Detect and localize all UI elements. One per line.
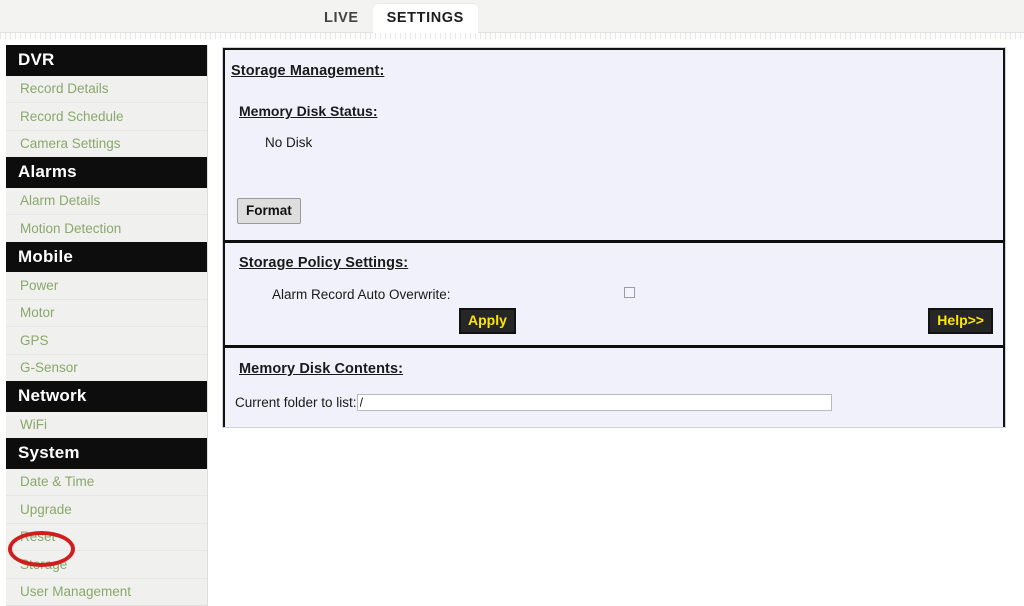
alarm-record-auto-overwrite-label: Alarm Record Auto Overwrite:	[272, 286, 451, 302]
sidebar-item-motor[interactable]: Motor	[6, 299, 207, 328]
sidebar-item-date-time[interactable]: Date & Time	[6, 468, 207, 497]
nav-group-title-mobile: Mobile	[6, 241, 207, 273]
sidebar-item-wifi[interactable]: WiFi	[6, 411, 207, 439]
sidebar-item-reset[interactable]: Reset	[6, 523, 207, 552]
memory-disk-status-value: No Disk	[265, 135, 313, 150]
alarm-record-auto-overwrite-checkbox[interactable]	[623, 287, 635, 298]
sidebar-item-record-details[interactable]: Record Details	[6, 75, 207, 104]
current-folder-row: Current folder to list:	[235, 394, 1003, 411]
alarm-record-auto-overwrite-row: Alarm Record Auto Overwrite:	[272, 285, 1003, 303]
nav-group-title-network: Network	[6, 381, 207, 412]
nav-group-alarms: Alarms Alarm Details Motion Detection	[6, 157, 207, 242]
sidebar-item-upgrade[interactable]: Upgrade	[6, 496, 207, 524]
sidebar-item-g-sensor[interactable]: G-Sensor	[6, 354, 207, 382]
section-storage-management: Storage Management: Memory Disk Status: …	[225, 50, 1003, 240]
section-storage-policy: Storage Policy Settings: Alarm Record Au…	[225, 240, 1003, 345]
tab-live[interactable]: LIVE	[310, 4, 373, 34]
nav-group-dvr: DVR Record Details Record Schedule Camer…	[6, 45, 207, 158]
sidebar-item-record-schedule[interactable]: Record Schedule	[6, 103, 207, 131]
current-folder-input[interactable]	[356, 394, 832, 411]
sidebar-item-alarm-details[interactable]: Alarm Details	[6, 187, 207, 216]
top-header-bar: LIVE SETTINGS	[0, 0, 1024, 33]
sidebar-item-camera-settings[interactable]: Camera Settings	[6, 130, 207, 158]
tab-bar: LIVE SETTINGS	[310, 0, 478, 33]
settings-inner-frame: Storage Management: Memory Disk Status: …	[223, 48, 1005, 427]
section-memory-disk-contents: Memory Disk Contents: Current folder to …	[225, 345, 1003, 427]
sidebar-item-power[interactable]: Power	[6, 272, 207, 300]
nav-group-mobile: Mobile Power Motor GPS G-Sensor	[6, 241, 207, 382]
storage-management-heading: Storage Management:	[231, 63, 385, 79]
sidebar-item-storage[interactable]: Storage	[6, 551, 207, 579]
nav-group-system: System Date & Time Upgrade Reset Storage…	[6, 438, 207, 606]
nav-group-title-dvr: DVR	[6, 45, 207, 76]
storage-policy-heading: Storage Policy Settings:	[239, 255, 409, 271]
sidebar-navigation: DVR Record Details Record Schedule Camer…	[6, 45, 208, 606]
alarm-record-auto-overwrite-checkbox-wrap	[623, 285, 635, 303]
current-folder-label: Current folder to list:	[235, 395, 357, 410]
format-button[interactable]: Format	[237, 198, 301, 224]
tab-settings[interactable]: SETTINGS	[372, 3, 478, 33]
help-button[interactable]: Help>>	[928, 307, 993, 334]
sidebar-item-gps[interactable]: GPS	[6, 327, 207, 355]
nav-group-title-alarms: Alarms	[6, 157, 207, 188]
nav-group-network: Network WiFi	[6, 381, 207, 439]
apply-button[interactable]: Apply	[459, 307, 516, 334]
header-tick-strip	[0, 33, 1024, 39]
sidebar-item-motion-detection[interactable]: Motion Detection	[6, 215, 207, 242]
sidebar-item-user-management[interactable]: User Management	[6, 578, 207, 606]
memory-disk-contents-heading: Memory Disk Contents:	[239, 361, 404, 377]
memory-disk-status-heading: Memory Disk Status:	[239, 103, 378, 119]
settings-content-panel: Storage Management: Memory Disk Status: …	[222, 47, 1006, 428]
nav-group-title-system: System	[6, 438, 207, 469]
